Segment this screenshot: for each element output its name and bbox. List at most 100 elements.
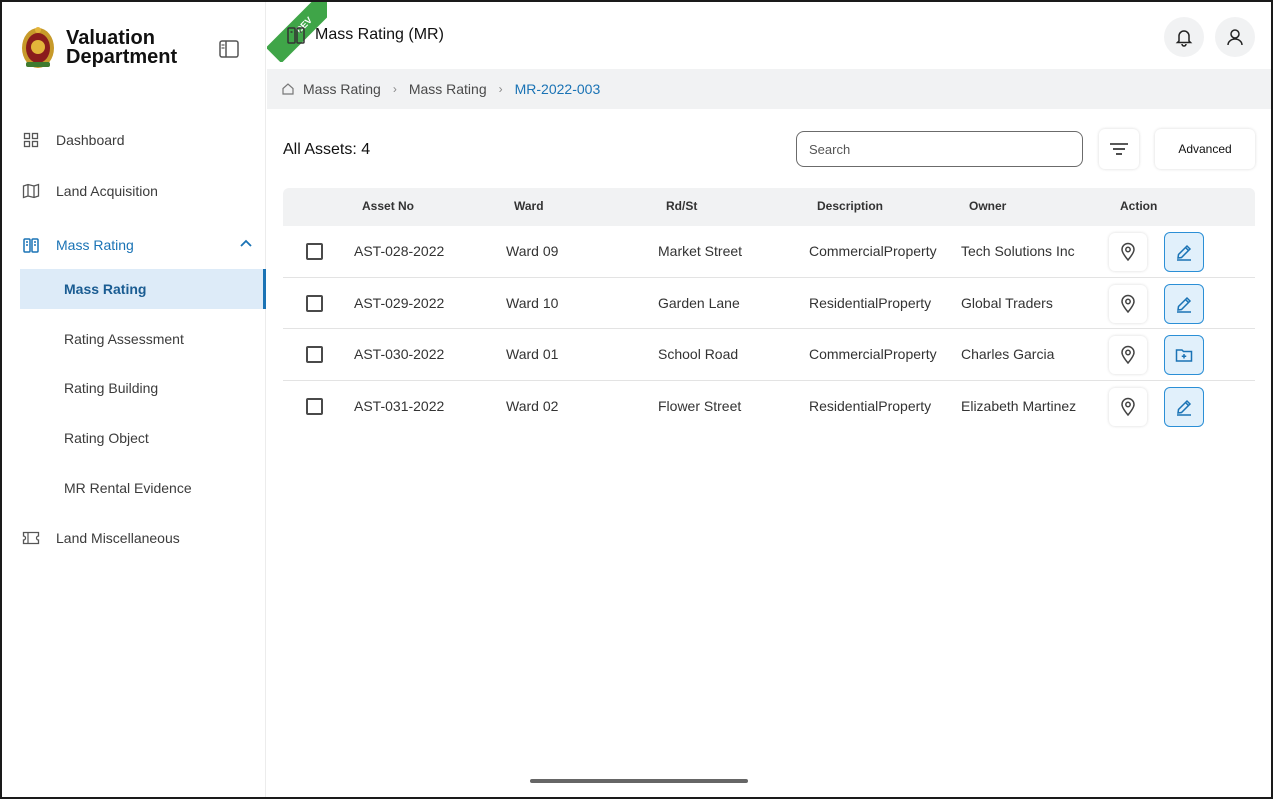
- brand: Valuation Department: [20, 26, 177, 70]
- add-to-folder-button[interactable]: [1164, 335, 1204, 375]
- advanced-search-button[interactable]: Advanced: [1155, 129, 1255, 169]
- home-icon[interactable]: [281, 82, 295, 96]
- cell-description: ResidentialProperty: [809, 397, 932, 414]
- cell-street: School Road: [658, 346, 739, 362]
- edit-button[interactable]: [1164, 283, 1204, 324]
- table-row: AST-030-2022 Ward 01 School Road Commerc…: [283, 329, 1255, 381]
- column-header-street: Rd/St: [666, 199, 698, 213]
- folder-add-icon: [1175, 349, 1193, 362]
- table-row: AST-028-2022 Ward 09 Market Street Comme…: [283, 226, 1255, 278]
- bell-icon: [1175, 30, 1193, 47]
- cell-street: Flower Street: [658, 397, 742, 414]
- row-checkbox[interactable]: [306, 397, 323, 415]
- sidebar-item-label: Land Acquisition: [56, 183, 158, 199]
- cell-asset-no: AST-031-2022: [354, 397, 445, 414]
- page-title: Mass Rating (MR): [285, 24, 444, 46]
- cell-description: CommercialProperty: [809, 243, 937, 259]
- sidebar-subitem-mass-rating[interactable]: Mass Rating: [20, 269, 266, 309]
- cell-ward: Ward 09: [506, 243, 559, 259]
- sidebar-item-mass-rating[interactable]: Mass Rating: [20, 231, 260, 259]
- sidebar-item-label: Mass Rating: [56, 237, 134, 253]
- column-header-asset-no: Asset No: [362, 199, 415, 213]
- home-indicator-bar: [530, 779, 748, 783]
- buildings-icon: [287, 27, 305, 44]
- chevron-right-icon: ›: [498, 82, 503, 96]
- sidebar-subitem-label: MR Rental Evidence: [64, 480, 192, 496]
- cell-owner: Elizabeth Martinez: [961, 397, 1077, 414]
- sidebar-subitem-mr-rental-evidence[interactable]: MR Rental Evidence: [20, 468, 266, 508]
- asset-count: All Assets: 4: [283, 141, 371, 158]
- user-profile-button[interactable]: [1215, 17, 1255, 57]
- location-button[interactable]: [1109, 233, 1147, 271]
- sidebar-subitem-label: Rating Building: [64, 380, 159, 396]
- row-checkbox[interactable]: [306, 346, 323, 363]
- notifications-button[interactable]: [1164, 17, 1204, 57]
- sidebar-item-label: Land Miscellaneous: [56, 530, 180, 546]
- sidebar-subitem-label: Rating Assessment: [64, 331, 184, 347]
- sidebar-subitem-rating-object[interactable]: Rating Object: [20, 418, 266, 458]
- sidebar-item-label: Dashboard: [56, 132, 125, 148]
- map-pin-icon: [1121, 345, 1135, 365]
- buildings-icon: [20, 234, 42, 256]
- breadcrumb-item[interactable]: Mass Rating: [303, 81, 381, 97]
- sidebar-subitem-rating-assessment[interactable]: Rating Assessment: [20, 319, 266, 359]
- search-input[interactable]: [796, 131, 1083, 167]
- location-button[interactable]: [1109, 336, 1147, 374]
- cell-description: CommercialProperty: [809, 346, 937, 362]
- brand-line2: Department: [66, 46, 178, 68]
- location-button[interactable]: [1109, 284, 1147, 323]
- cell-street: Market Street: [658, 243, 743, 259]
- app-frame: Valuation Department Dashboard Land Acqu…: [0, 0, 1273, 799]
- cell-owner: Global Traders: [961, 294, 1053, 311]
- page-title-text: Mass Rating (MR): [315, 26, 444, 43]
- assets-table: Asset No Ward Rd/St Description Owner Ac…: [283, 188, 1255, 432]
- cell-asset-no: AST-028-2022: [354, 243, 445, 259]
- cell-ward: Ward 01: [506, 346, 559, 362]
- table-row: AST-031-2022 Ward 02 Flower Street Resid…: [283, 381, 1255, 433]
- table-row: AST-029-2022 Ward 10 Garden Lane Residen…: [283, 278, 1255, 329]
- breadcrumb-current: MR-2022-003: [514, 81, 601, 97]
- cell-ward: Ward 10: [506, 294, 559, 311]
- filter-button[interactable]: [1099, 129, 1139, 169]
- cell-owner: Charles Garcia: [961, 346, 1055, 362]
- cell-ward: Ward 02: [506, 397, 559, 414]
- top-header: DEV Mass Rating (MR): [267, 2, 1271, 68]
- cell-description: ResidentialProperty: [809, 294, 932, 311]
- sidebar-toggle-icon[interactable]: [218, 39, 240, 59]
- column-header-owner: Owner: [969, 199, 1007, 213]
- map-icon: [20, 180, 42, 202]
- sidebar-subitem-rating-building[interactable]: Rating Building: [20, 368, 266, 408]
- sidebar-subitem-label: Rating Object: [64, 430, 149, 446]
- grid-icon: [20, 129, 42, 151]
- sidebar-item-land-acquisition[interactable]: Land Acquisition: [20, 177, 260, 205]
- sidebar-item-dashboard[interactable]: Dashboard: [20, 126, 260, 154]
- ticket-icon: [20, 527, 42, 549]
- edit-button[interactable]: [1164, 232, 1204, 272]
- cell-street: Garden Lane: [658, 294, 740, 311]
- cell-asset-no: AST-029-2022: [354, 294, 445, 311]
- edit-button[interactable]: [1164, 386, 1204, 427]
- brand-name: Valuation Department: [66, 28, 178, 68]
- table-header: Asset No Ward Rd/St Description Owner Ac…: [283, 188, 1255, 226]
- user-icon: [1227, 29, 1243, 46]
- sidebar-subitem-label: Mass Rating: [64, 281, 147, 297]
- chevron-right-icon: ›: [392, 82, 397, 96]
- column-header-action: Action: [1120, 199, 1158, 213]
- edit-icon: [1177, 244, 1192, 261]
- breadcrumb: Mass Rating › Mass Rating › MR-2022-003: [267, 69, 1271, 109]
- column-header-description: Description: [817, 199, 884, 213]
- map-pin-icon: [1121, 397, 1135, 416]
- map-pin-icon: [1121, 242, 1135, 262]
- row-checkbox[interactable]: [306, 243, 323, 260]
- filter-icon: [1110, 143, 1128, 155]
- emblem-logo-icon: [22, 27, 54, 68]
- location-button[interactable]: [1109, 387, 1147, 426]
- chevron-up-icon[interactable]: [238, 236, 254, 252]
- edit-icon: [1177, 296, 1192, 313]
- breadcrumb-item[interactable]: Mass Rating: [409, 81, 487, 97]
- row-checkbox[interactable]: [306, 294, 323, 312]
- sidebar-item-land-miscellaneous[interactable]: Land Miscellaneous: [20, 524, 260, 552]
- map-pin-icon: [1121, 294, 1135, 313]
- cell-owner: Tech Solutions Inc: [961, 243, 1075, 259]
- cell-asset-no: AST-030-2022: [354, 346, 445, 362]
